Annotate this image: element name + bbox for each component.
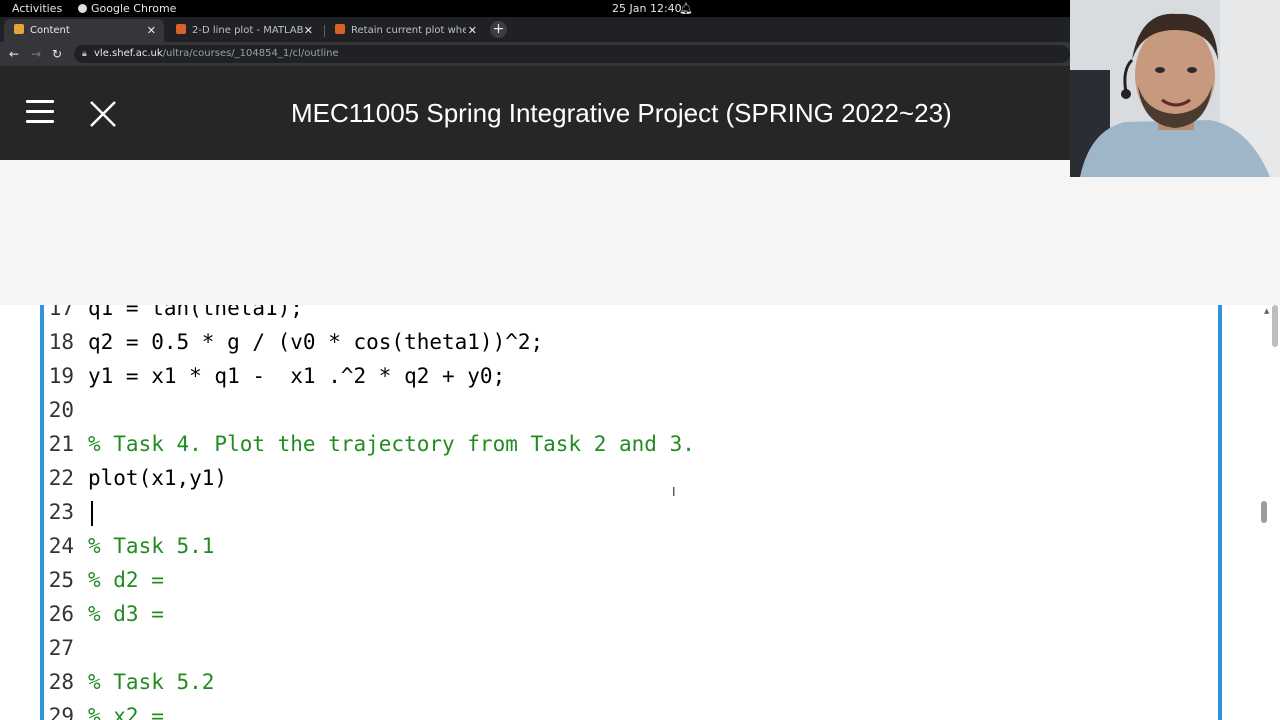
ibeam-cursor-icon: I — [672, 485, 676, 499]
code-comment: % x2 = — [88, 704, 164, 720]
lock-icon[interactable]: 🔒︎ — [82, 45, 87, 63]
line-number: 28 — [48, 670, 74, 694]
url-host: vle.shef.ac.uk — [94, 48, 163, 59]
close-icon[interactable] — [88, 99, 118, 129]
pencil-icon — [14, 24, 24, 34]
new-tab-button[interactable]: + — [490, 21, 507, 38]
code-line: 18 q2 = 0.5 * g / (v0 * cos(theta1))^2; — [44, 325, 1214, 359]
forward-icon[interactable]: → — [31, 46, 41, 62]
code-line: 24 % Task 5.1 — [44, 529, 1214, 563]
url-text: vle.shef.ac.uk/ultra/courses/_104854_1/c… — [94, 45, 339, 63]
code-comment: % Task 5.1 — [88, 534, 215, 558]
code-comment: % d3 = — [88, 602, 164, 626]
matlab-icon — [335, 24, 345, 34]
line-number: 17 — [48, 305, 74, 320]
line-number: 22 — [48, 466, 74, 490]
code-line: 27 — [44, 631, 1214, 665]
tab-retain-plot[interactable]: Retain current plot when ✕ — [325, 19, 485, 42]
tab-content[interactable]: Content ✕ — [4, 19, 164, 42]
presenter-video — [1070, 0, 1280, 177]
url-path: /ultra/courses/_104854_1/cl/outline — [162, 48, 339, 59]
code-line: 17 q1 = tan(theta1); — [44, 305, 1214, 325]
line-number: 18 — [48, 330, 74, 354]
text-cursor — [91, 501, 93, 526]
webcam-overlay — [1070, 0, 1280, 177]
matlab-icon — [176, 24, 186, 34]
line-number: 24 — [48, 534, 74, 558]
tab-title: 2-D line plot - MATLAB plot — [192, 25, 307, 36]
tab-title: Retain current plot when — [351, 25, 466, 36]
code-comment: % Task 4. Plot the trajectory from Task … — [88, 432, 695, 456]
code-line: 20 — [44, 393, 1214, 427]
code-comment: % d2 = — [88, 568, 164, 592]
clock[interactable]: 25 Jan 12:40 — [612, 0, 682, 17]
code-editor[interactable]: 17 q1 = tan(theta1); 18 q2 = 0.5 * g / (v0… — [40, 305, 1222, 720]
course-title: MEC11005 Spring Integrative Project (SPR… — [291, 98, 952, 128]
tab-matlab-plot[interactable]: 2-D line plot - MATLAB plot ✕ — [166, 19, 321, 42]
code-text: q2 = 0.5 * g / (v0 * cos(theta1))^2; — [88, 330, 544, 354]
code-line: 25 % d2 = — [44, 563, 1214, 597]
code-line: 19 y1 = x1 * q1 - x1 .^2 * q2 + y0; — [44, 359, 1214, 393]
code-text: plot(x1,y1) — [88, 466, 228, 490]
line-number: 25 — [48, 568, 74, 592]
line-number: 20 — [48, 398, 74, 422]
code-line: 23 — [44, 495, 1214, 529]
back-icon[interactable]: ← — [9, 46, 19, 62]
code-comment: % Task 5.2 — [88, 670, 215, 694]
app-name: Google Chrome — [91, 2, 177, 15]
code-line: 21 % Task 4. Plot the trajectory from Tas… — [44, 427, 1214, 461]
line-number: 23 — [48, 500, 74, 524]
close-tab-icon[interactable]: ✕ — [468, 19, 477, 42]
scroll-up-icon[interactable]: ▲ — [1264, 307, 1269, 315]
code-text: y1 = x1 * q1 - x1 .^2 * q2 + y0; — [88, 364, 506, 388]
address-bar[interactable]: 🔒︎ vle.shef.ac.uk/ultra/courses/_104854_… — [74, 45, 1070, 63]
reload-icon[interactable]: ↻ — [52, 46, 62, 62]
code-text: q1 = tan(theta1); — [88, 305, 303, 320]
line-number: 27 — [48, 636, 74, 660]
outer-scroll-thumb[interactable] — [1272, 305, 1278, 347]
page-scrollbar[interactable]: ▲ — [1258, 305, 1280, 720]
line-number: 29 — [48, 704, 74, 720]
code-line: 26 % d3 = — [44, 597, 1214, 631]
content-area — [0, 160, 1280, 305]
line-number: 21 — [48, 432, 74, 456]
code-line: 22 plot(x1,y1) — [44, 461, 1214, 495]
bell-icon: 🔔︎ — [679, 2, 693, 15]
code-line: 29 % x2 = — [44, 699, 1214, 720]
chrome-icon — [78, 4, 87, 13]
line-number: 26 — [48, 602, 74, 626]
close-tab-icon[interactable]: ✕ — [147, 19, 156, 42]
line-number: 19 — [48, 364, 74, 388]
code-line: 28 % Task 5.2 — [44, 665, 1214, 699]
menu-icon[interactable] — [26, 100, 54, 124]
close-tab-icon[interactable]: ✕ — [304, 19, 313, 42]
editor-scroll-thumb[interactable] — [1261, 501, 1267, 523]
app-menu[interactable]: Google Chrome — [78, 0, 176, 17]
tab-title: Content — [30, 25, 70, 36]
activities-button[interactable]: Activities — [12, 0, 62, 17]
